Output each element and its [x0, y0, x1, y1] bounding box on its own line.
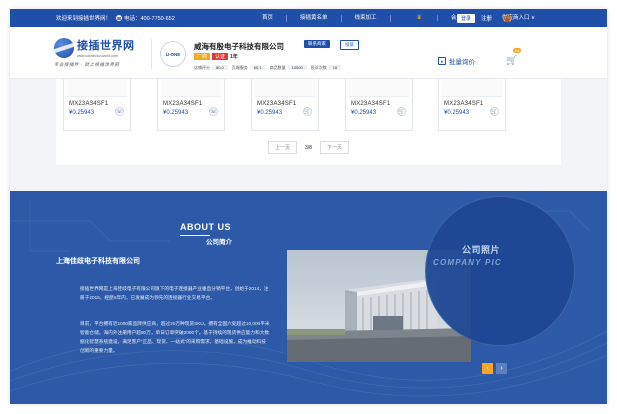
chevron-left-icon: ‹	[486, 365, 489, 372]
product-price: ¥0.25943	[257, 110, 283, 116]
phone-info: ☎ 电话：400-7750-652	[116, 14, 175, 22]
logo-slogan: 专业接插件 · 就上接插世界网	[54, 62, 120, 67]
bulk-inquiry-button[interactable]: ¥ 批量询价	[438, 56, 475, 66]
crown-icon: ♛	[416, 14, 422, 21]
bulk-inquiry-label: 批量询价	[449, 59, 475, 66]
stat-service: 页端服务 60.1	[232, 65, 266, 71]
product-name: MX23A34SF1	[69, 101, 109, 107]
product-image	[67, 79, 127, 97]
cart-icon[interactable]: 🛒	[303, 107, 312, 116]
product-image	[161, 79, 221, 97]
product-image	[442, 79, 502, 97]
years-badge: 1年	[230, 54, 238, 60]
next-page-button[interactable]: 下一页	[319, 141, 349, 154]
cart-icon[interactable]: 🛒	[490, 107, 499, 116]
stat-store-score: 店铺评分 80.0	[194, 65, 228, 71]
product-name: MX23A34SF1	[257, 101, 297, 107]
product-name: MX23A34SF1	[351, 101, 391, 107]
prev-page-button[interactable]: 上一页	[268, 141, 298, 154]
welcome-text: 欢迎来到接插世界网！	[56, 16, 112, 22]
site-logo[interactable]: 接插世界网 www.connector-world.com	[54, 37, 135, 58]
company-name: 威海有殷电子科技有限公司	[194, 42, 284, 51]
about-paragraph-2: 目前，平台拥有近1000家品牌供应商，超过20万种现货SKU。拥有全国六处超过1…	[80, 321, 270, 353]
product-card[interactable]: MX23A34SF1 ¥0.25943 🛒	[251, 79, 319, 131]
contact-seller-button[interactable]: 联系商家	[304, 40, 330, 48]
product-price: ¥0.25943	[163, 110, 189, 116]
product-card[interactable]: MX23A34SF1 ¥0.25943 🛒	[345, 79, 413, 131]
product-grid: MX23A34SF1 ¥0.25943 ☏ MX23A34SF1 ¥0.2594…	[56, 79, 561, 165]
headset-icon[interactable]: ☏	[209, 107, 218, 116]
manufacturer-badge: 厂商	[194, 53, 211, 60]
page-frame: 欢迎来到接插世界网！ ☎ 电话：400-7750-652 首页 接插黄名单 线束…	[10, 9, 607, 404]
complaint-button[interactable]: 投诉	[340, 40, 359, 50]
pagination: 上一页 3/8 下一页	[56, 141, 561, 154]
about-title-cn: 公司简介	[206, 239, 232, 246]
page-indicator: 3/8	[305, 144, 312, 151]
carousel-next-button[interactable]: ›	[496, 363, 507, 374]
headset-icon[interactable]: ☏	[115, 107, 124, 116]
product-image	[349, 79, 409, 97]
cart-icon[interactable]: 🛒	[506, 55, 517, 66]
carousel-prev-button[interactable]: ‹	[482, 363, 493, 374]
product-price: ¥0.25943	[444, 110, 470, 116]
cart-icon[interactable]: 🛒	[397, 107, 406, 116]
product-price: ¥0.25943	[351, 110, 377, 116]
login-button[interactable]: 登录	[457, 13, 476, 23]
product-card[interactable]: MX23A34SF1 ¥0.25943 ☏	[157, 79, 225, 131]
register-link[interactable]: 注册	[481, 14, 492, 22]
product-card[interactable]: MX23A34SF1 ¥0.25943 ☏	[63, 79, 131, 131]
nav-yellow-list[interactable]: 接插黄名单	[286, 14, 341, 22]
nav-home[interactable]: 首页	[249, 15, 286, 22]
logo-title: 接插世界网	[77, 40, 135, 52]
chevron-right-icon: ›	[500, 365, 503, 372]
product-name: MX23A34SF1	[444, 101, 484, 107]
nav-harness[interactable]: 线束加工	[340, 14, 390, 22]
globe-icon	[54, 37, 74, 58]
certified-badge: 认证	[212, 53, 229, 60]
photo-title-en: COMPANY PIC	[433, 258, 502, 267]
company-logo: U-ONE	[160, 41, 186, 67]
product-image	[255, 79, 315, 97]
product-card[interactable]: MX23A34SF1 ¥0.25943 🛒	[438, 79, 506, 131]
phone-icon: ☎	[116, 15, 122, 21]
inquiry-icon: ¥	[438, 57, 446, 65]
store-header: 接插世界网 www.connector-world.com 专业接插件 · 就上…	[10, 27, 607, 79]
cart-count-badge: 24	[513, 48, 522, 53]
shopping-bag-icon[interactable]: 👜	[503, 14, 512, 22]
phone-number: 电话：400-7750-652	[124, 16, 175, 22]
store-stats: 店铺评分 80.0 页端服务 60.1 商品数量 10000 投诉次数 10	[194, 65, 342, 71]
photo-title-circle	[425, 196, 575, 346]
photo-title-cn: 公司照片	[462, 245, 501, 255]
company-badges: 厂商 认证 1年	[194, 53, 238, 60]
nav-supplier[interactable]: 供应商入口 ∨	[487, 14, 548, 22]
header-divider	[151, 39, 152, 69]
product-price: ¥0.25943	[69, 110, 95, 116]
about-paragraph-1: 接插世界网是上海佳歧电子有限公司旗下的电子连接器产业垂直分销平台，创始于2014…	[80, 286, 269, 300]
logo-url: www.connector-world.com	[77, 54, 118, 58]
stat-complaints: 投诉次数 10	[311, 65, 342, 71]
top-bar: 欢迎来到接插世界网！ ☎ 电话：400-7750-652 首页 接插黄名单 线束…	[10, 9, 607, 27]
stat-product-count: 商品数量 10000	[270, 65, 307, 71]
about-company-name: 上海佳歧电子科技有限公司	[56, 258, 140, 265]
about-title-en: ABOUT US	[180, 222, 231, 232]
product-name: MX23A34SF1	[163, 101, 203, 107]
